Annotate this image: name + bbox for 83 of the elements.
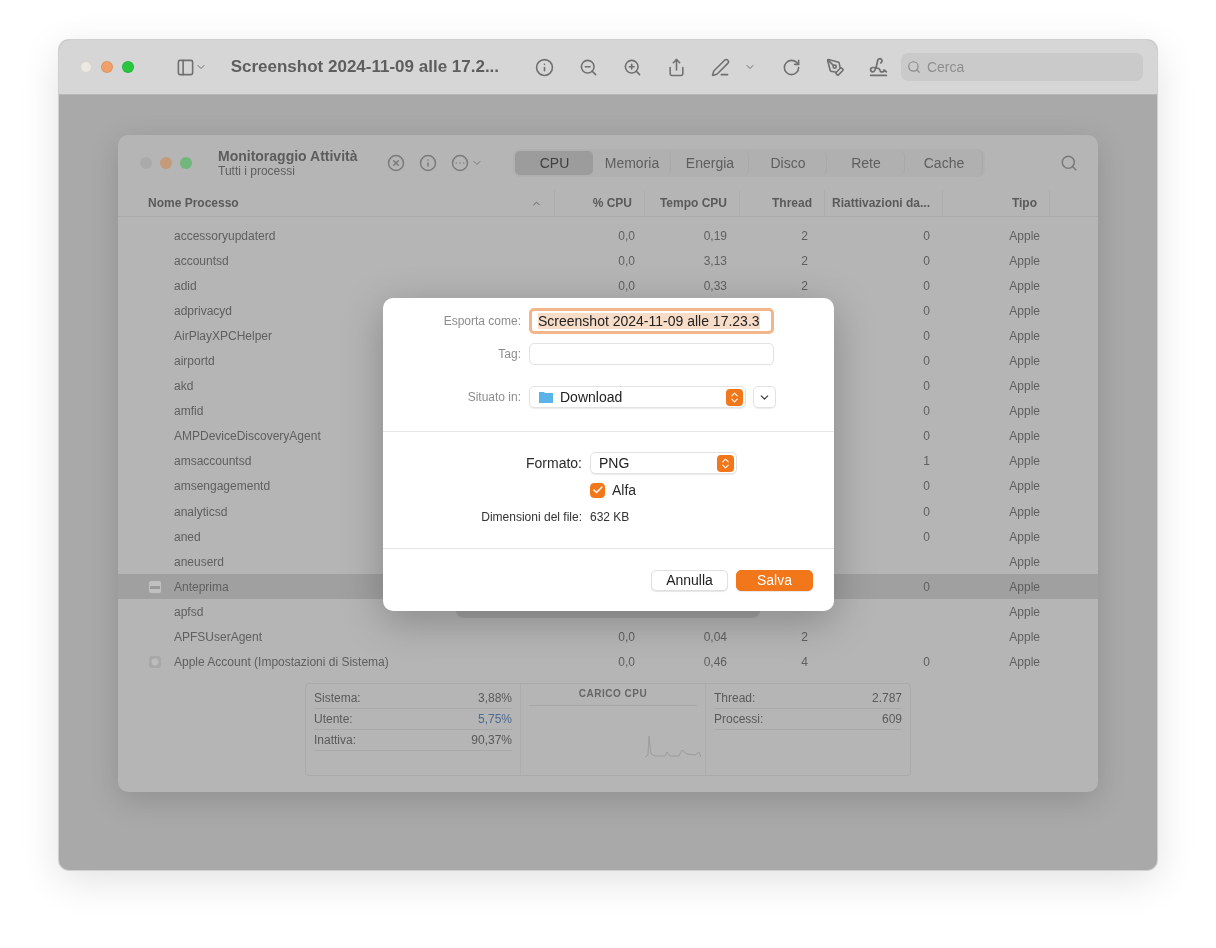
table-cell-text: Apple	[1008, 303, 1041, 318]
table-cell-text: Apple	[1008, 479, 1041, 494]
table-cell-text: Apple	[1008, 504, 1041, 519]
process-name: APFSUserAgent	[174, 630, 264, 645]
table-cell-text: 0,0	[617, 253, 636, 268]
table-cell-text: 0	[922, 429, 931, 444]
table-cell-text: 2	[800, 228, 809, 243]
table-cell-text: 0	[922, 529, 931, 544]
table-cell-text: 2	[800, 630, 809, 645]
stat-label: Thread:	[714, 690, 756, 705]
table-cell-text: Apple	[1008, 278, 1041, 293]
table-cell-text: 0	[922, 303, 931, 318]
table-cell-text: Apple	[1008, 604, 1041, 619]
process-name: accessoryupdaterd	[174, 228, 277, 243]
table-cell-text: 0	[922, 354, 931, 368]
table-cell-text: Apple	[1008, 253, 1041, 268]
table-cell-text: Apple	[1008, 328, 1041, 343]
table-cell-text: Apple	[1008, 429, 1041, 444]
stat-label: Processi:	[714, 711, 764, 726]
table-cell-text: 0	[922, 579, 931, 594]
process-name: aned	[174, 529, 202, 544]
table-cell-text: 4	[800, 655, 809, 670]
window-title: Screenshot 2024-11-09 alle 17.2...	[230, 57, 500, 77]
table-cell-text: 3,13	[702, 253, 728, 268]
table-cell-text: Apple	[1008, 454, 1041, 469]
field-label: Dimensioni del file:	[480, 510, 583, 524]
table-cell-text: 0,0	[617, 228, 636, 243]
table-cell-text: 0	[922, 278, 931, 293]
table-cell-text: 1	[922, 454, 931, 469]
stat-value: 90,37%	[471, 732, 512, 747]
table-cell-text: Apple	[1008, 554, 1041, 569]
window-title: Monitoraggio Attività	[218, 147, 358, 164]
process-name: akd	[174, 379, 195, 394]
table-cell-text: 0	[922, 328, 931, 343]
chart-title: CARICO CPU	[578, 687, 648, 699]
table-cell-text: 0,33	[702, 278, 728, 293]
table-cell-text: Apple	[1008, 655, 1041, 670]
table-cell-text: 0	[922, 655, 931, 670]
field-label: Tag:	[497, 347, 522, 361]
table-cell-text: 0,19	[702, 228, 728, 243]
table-cell-text: Apple	[1008, 579, 1041, 594]
table-cell-text: 2	[800, 278, 809, 293]
checkbox-label: Alfa	[612, 482, 637, 498]
process-name: Apple Account (Impostazioni di Sistema)	[174, 655, 390, 670]
process-name: apfsd	[174, 604, 205, 619]
field-label: Esporta come:	[442, 314, 522, 328]
table-cell-text: Apple	[1008, 379, 1041, 394]
field-label: Situato in:	[466, 390, 522, 404]
process-name: amfid	[174, 404, 205, 419]
table-cell-text: Apple	[1008, 404, 1041, 419]
field-label: Formato:	[525, 455, 583, 471]
table-cell-text: 0	[922, 404, 931, 419]
table-cell-text: Apple	[1008, 354, 1041, 368]
table-cell-text: 2	[800, 253, 809, 268]
table-cell-text: 0,46	[702, 655, 728, 670]
process-name: aneuserd	[174, 554, 226, 569]
table-cell-text: 0,0	[617, 278, 636, 293]
process-name: AirPlayXPCHelper	[174, 328, 274, 343]
file-size-value: 632 KB	[590, 510, 630, 524]
stat-label: Utente:	[314, 711, 353, 726]
stat-label: Sistema:	[314, 690, 361, 705]
stat-value: 5,75%	[477, 711, 512, 726]
process-name: accountsd	[174, 253, 230, 268]
process-name: AMPDeviceDiscoveryAgent	[174, 429, 322, 444]
process-name: adprivacyd	[174, 303, 234, 318]
table-cell-text: 0	[922, 504, 931, 519]
stat-value: 609	[881, 711, 902, 726]
table-cell-text: 0,04	[702, 630, 728, 645]
stat-label: Inattiva:	[314, 732, 357, 747]
table-cell-text: Apple	[1008, 630, 1041, 645]
process-name: Anteprima	[174, 579, 230, 594]
stat-value: 2.787	[871, 690, 902, 705]
window-subtitle: Tutti i processi	[218, 163, 295, 178]
table-cell-text: 0,0	[617, 630, 636, 645]
process-name: adid	[174, 278, 198, 293]
table-cell-text: 0,0	[617, 655, 636, 670]
table-cell-text: Apple	[1008, 228, 1041, 243]
table-cell-text: Apple	[1008, 529, 1041, 544]
table-cell-text: 0	[922, 253, 931, 268]
table-cell-text: 0	[922, 479, 931, 494]
stat-value: 3,88%	[477, 690, 512, 705]
table-cell-text: 0	[922, 379, 931, 394]
table-cell-text: 0	[922, 228, 931, 243]
